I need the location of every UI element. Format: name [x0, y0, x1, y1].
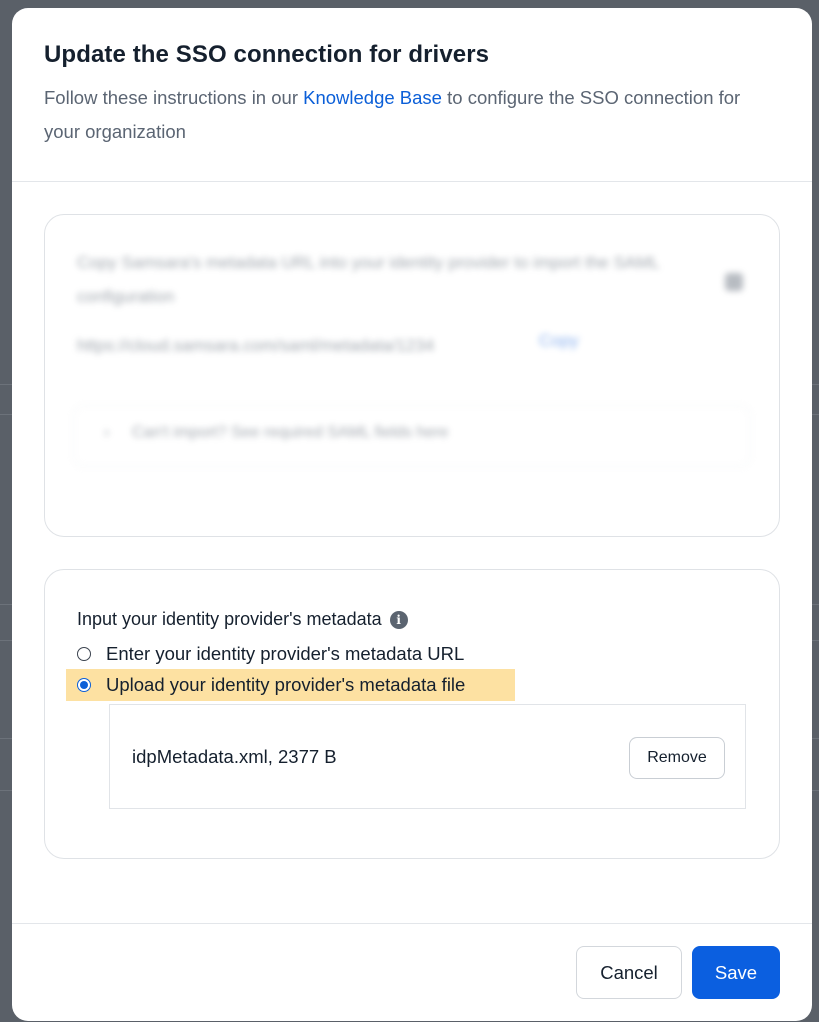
radio-label: Upload your identity provider's metadata… — [106, 674, 466, 695]
metadata-label-text: Input your identity provider's metadata — [77, 609, 382, 629]
chevron-right-icon: › — [104, 424, 110, 441]
copy-link[interactable]: Copy — [539, 331, 579, 351]
modal-footer: Cancel Save — [12, 923, 812, 1021]
radio-button-selected[interactable] — [77, 678, 91, 692]
subtitle-text-before: Follow these instructions in our — [44, 87, 304, 108]
copy-icon[interactable] — [725, 273, 743, 291]
uploaded-file-box: idpMetadata.xml, 2377 B Remove — [109, 704, 746, 809]
uploaded-file-name: idpMetadata.xml, 2377 B — [132, 746, 337, 767]
saml-fields-expander[interactable]: › Can't import? See required SAML fields… — [73, 405, 751, 467]
saml-fields-label: Can't import? See required SAML fields h… — [132, 424, 449, 441]
metadata-file-option[interactable]: Upload your identity provider's metadata… — [66, 669, 515, 701]
import-instruction: Copy Samsara's metadata URL into your id… — [77, 253, 660, 306]
metadata-url: https://cloud.samsara.com/saml/metadata/… — [77, 336, 435, 355]
metadata-url-option[interactable]: Enter your identity provider's metadata … — [77, 642, 464, 666]
idp-metadata-card: Input your identity provider's metadata … — [44, 569, 780, 859]
blurred-content: Copy Samsara's metadata URL into your id… — [45, 215, 779, 536]
cancel-button[interactable]: Cancel — [576, 946, 682, 999]
metadata-import-card: Copy Samsara's metadata URL into your id… — [44, 214, 780, 537]
save-button[interactable]: Save — [692, 946, 780, 999]
knowledge-base-link[interactable]: Knowledge Base — [303, 87, 442, 108]
modal-subtitle: Follow these instructions in our Knowled… — [44, 81, 779, 149]
modal-title: Update the SSO connection for drivers — [44, 41, 490, 68]
radio-button[interactable] — [77, 647, 91, 661]
modal-header: Update the SSO connection for drivers Fo… — [12, 8, 812, 182]
metadata-section-label: Input your identity provider's metadata … — [77, 609, 408, 630]
remove-file-button[interactable]: Remove — [629, 737, 725, 779]
info-icon[interactable]: i — [389, 610, 408, 629]
sso-connection-modal: Update the SSO connection for drivers Fo… — [12, 8, 812, 1021]
radio-label: Enter your identity provider's metadata … — [106, 643, 465, 664]
